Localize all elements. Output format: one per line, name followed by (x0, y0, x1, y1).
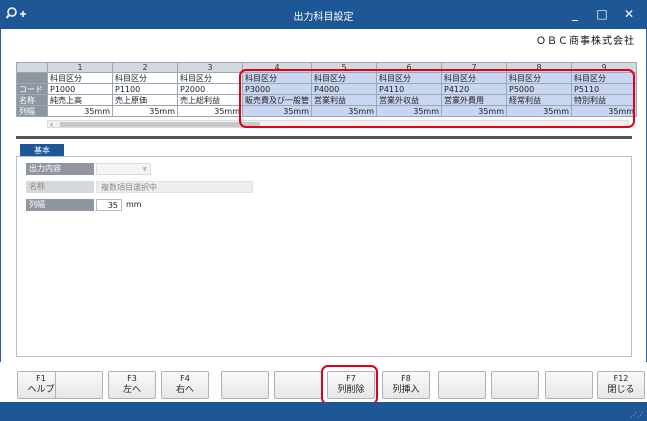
title-bar: 出力科目設定 _ □ ✕ (0, 0, 647, 29)
name-label: 名称 (26, 181, 94, 193)
fkey-label: 左へ (122, 385, 141, 395)
grid-row-header-width: 列幅 (16, 105, 48, 117)
window-title: 出力科目設定 (293, 12, 354, 23)
output-content-label: 出力内容 (26, 163, 94, 175)
name-field: 複数項目選択中 (96, 181, 253, 193)
section-divider (16, 136, 632, 139)
grid-width-cell[interactable]: 35mm (177, 105, 243, 117)
resize-grip-icon[interactable]: ⋰⋰ (630, 411, 644, 419)
grid-name-cell[interactable]: 売上原価 (112, 94, 178, 106)
grid-kubun-cell[interactable]: 科目区分 (47, 72, 113, 84)
maximize-icon[interactable]: □ (593, 5, 611, 23)
fkey-f3-button[interactable]: F3 左へ (108, 371, 156, 399)
fkey-number: F3 (127, 374, 137, 383)
fkey-blank-button[interactable] (55, 371, 103, 399)
close-icon[interactable]: ✕ (620, 5, 638, 23)
fkey-number: F12 (613, 374, 629, 383)
grid-code-cell[interactable]: P2000 (177, 83, 243, 95)
grid-code-cell[interactable]: P1000 (47, 83, 113, 95)
minimize-icon[interactable]: _ (566, 5, 584, 23)
fkey-f8-button[interactable]: F8 列挿入 (382, 371, 430, 399)
fkey-number: F8 (401, 374, 411, 383)
grid-width-cell[interactable]: 35mm (47, 105, 113, 117)
width-unit: mm (126, 200, 142, 209)
grid-name-cell[interactable]: 純売上高 (47, 94, 113, 106)
fkey-blank-button[interactable] (491, 371, 539, 399)
f7-highlight-frame (321, 365, 378, 405)
grid-corner-cell (16, 62, 48, 73)
chevron-down-icon: ▼ (142, 166, 147, 173)
grid-kubun-cell[interactable]: 科目区分 (112, 72, 178, 84)
selection-highlight-frame (239, 69, 635, 128)
grid-kubun-cell[interactable]: 科目区分 (177, 72, 243, 84)
output-content-select[interactable]: ▼ (96, 163, 151, 175)
fkey-blank-button[interactable] (274, 371, 322, 399)
width-input[interactable]: 35 (96, 199, 122, 211)
fkey-f4-button[interactable]: F4 右へ (161, 371, 209, 399)
company-name: ＯＢＣ商事株式会社 (536, 36, 635, 47)
scroll-left-icon[interactable]: ‹ (50, 120, 53, 129)
grid-column-number[interactable]: 1 (47, 62, 113, 73)
fkey-number: F4 (180, 374, 190, 383)
fkey-f12-button[interactable]: F12 閉じる (597, 371, 645, 399)
fkey-blank-button[interactable] (545, 371, 593, 399)
grid-column-number[interactable]: 2 (112, 62, 178, 73)
grid-width-cell[interactable]: 35mm (112, 105, 178, 117)
grid-row-header-kubun (16, 72, 48, 84)
fkey-label: 閉じる (607, 385, 635, 395)
status-bar: ⋰⋰ (0, 402, 647, 421)
fkey-label: 列挿入 (392, 385, 420, 395)
grid-code-cell[interactable]: P1100 (112, 83, 178, 95)
width-label: 列幅 (26, 199, 94, 211)
fkey-blank-button[interactable] (221, 371, 269, 399)
grid-name-cell[interactable]: 売上総利益 (177, 94, 243, 106)
scrollbar-thumb[interactable] (60, 122, 260, 127)
grid-row-header-name: 名称 (16, 94, 48, 106)
grid-row-header-code: コード (16, 83, 48, 95)
fkey-label: 右へ (175, 385, 194, 395)
fkey-blank-button[interactable] (438, 371, 486, 399)
grid-column-number[interactable]: 3 (177, 62, 243, 73)
